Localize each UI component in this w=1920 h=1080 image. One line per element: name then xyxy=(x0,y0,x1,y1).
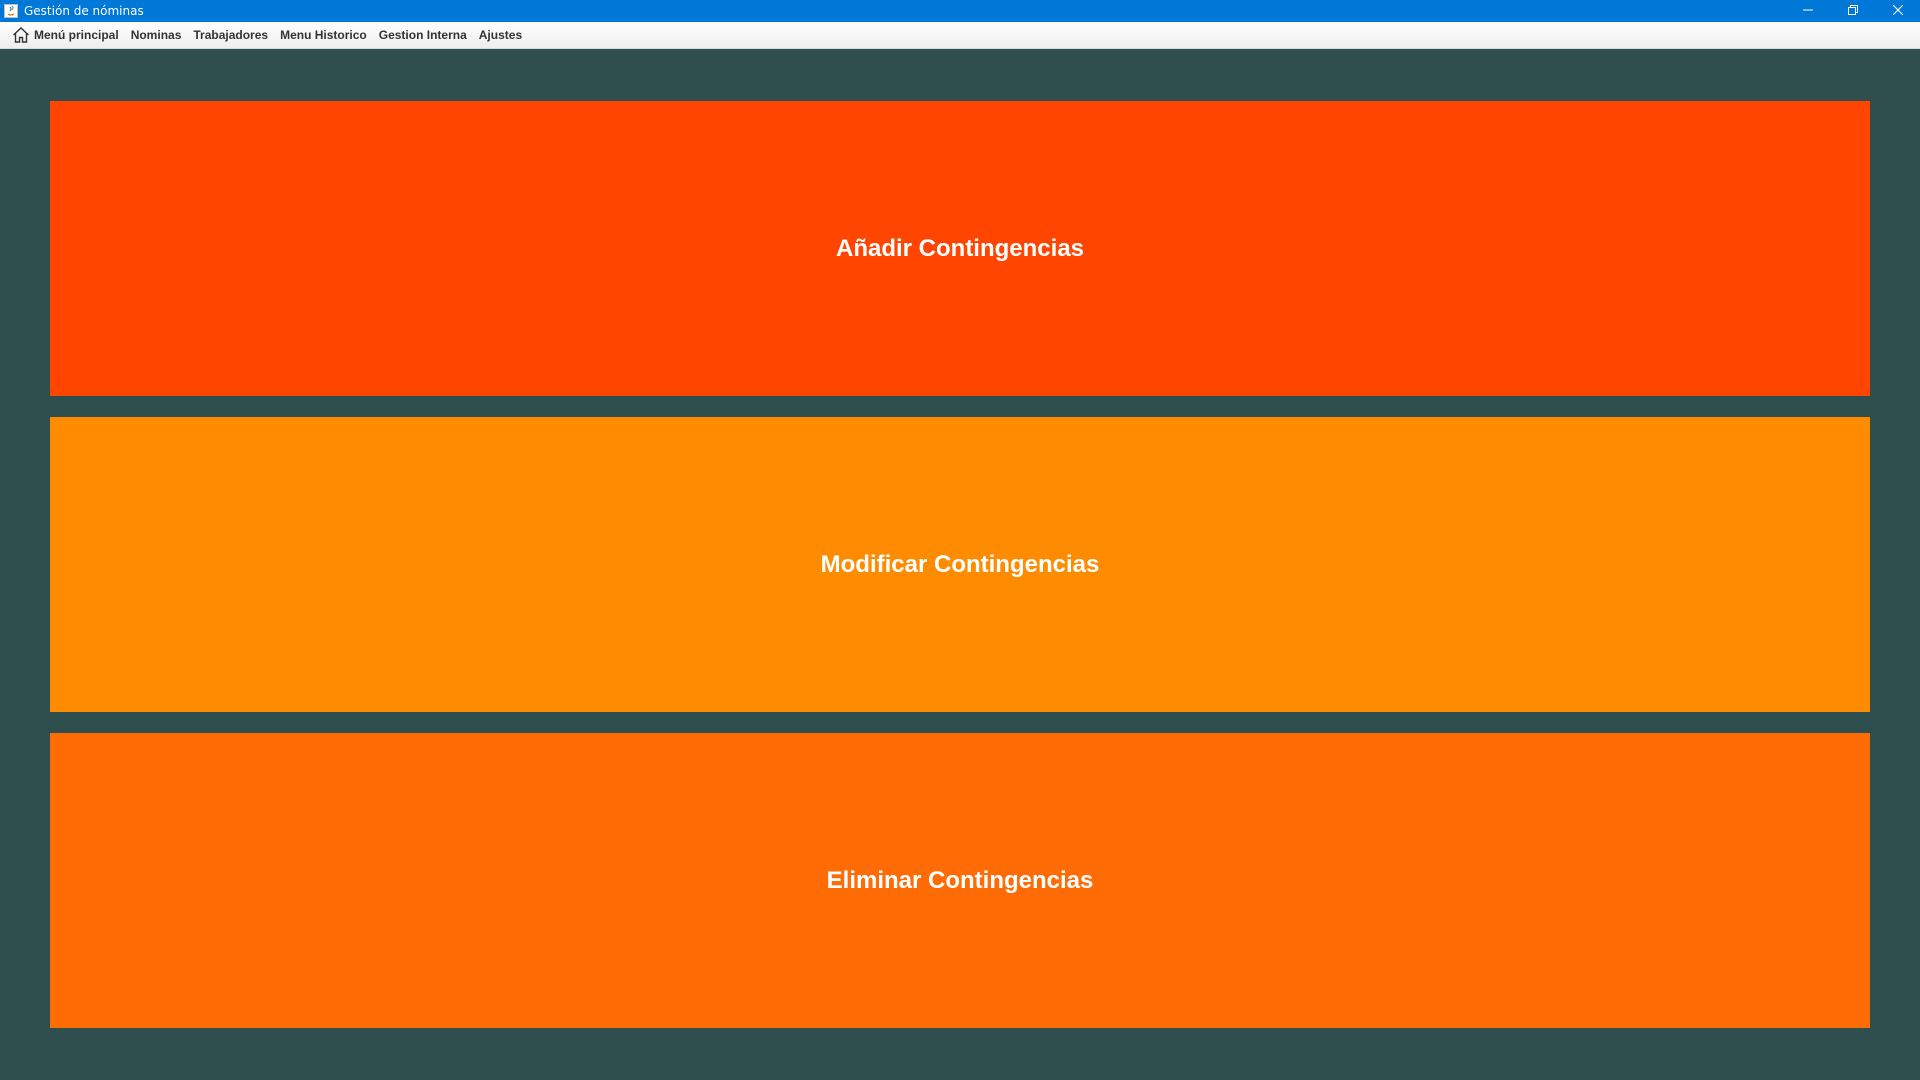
title-bar: Gestión de nóminas xyxy=(0,0,1920,22)
close-icon xyxy=(1892,2,1903,20)
restore-button[interactable] xyxy=(1830,0,1875,22)
menu-item-nominas-label: Nominas xyxy=(130,28,182,42)
delete-contingencies-button[interactable]: Eliminar Contingencias xyxy=(50,733,1870,1028)
menu-item-ajustes[interactable]: Ajustes xyxy=(473,22,528,49)
window-controls xyxy=(1785,0,1920,22)
menu-item-main[interactable]: Menú principal xyxy=(6,22,125,49)
java-app-icon xyxy=(4,4,18,18)
menu-item-trabajadores-label: Trabajadores xyxy=(193,28,269,42)
menu-item-historico[interactable]: Menu Historico xyxy=(274,22,373,49)
menu-bar: Menú principal Nominas Trabajadores Menu… xyxy=(0,22,1920,49)
window-title: Gestión de nóminas xyxy=(24,4,144,18)
menu-item-main-label: Menú principal xyxy=(34,28,119,42)
menu-item-nominas[interactable]: Nominas xyxy=(125,22,188,49)
restore-icon xyxy=(1847,2,1858,20)
delete-contingencies-label: Eliminar Contingencias xyxy=(826,866,1094,894)
add-contingencies-label: Añadir Contingencias xyxy=(835,234,1085,262)
minimize-button[interactable] xyxy=(1785,0,1830,22)
modify-contingencies-button[interactable]: Modificar Contingencias xyxy=(50,417,1870,712)
home-icon xyxy=(12,26,30,44)
menu-item-gestion-interna[interactable]: Gestion Interna xyxy=(373,22,473,49)
menu-item-gestion-interna-label: Gestion Interna xyxy=(378,28,467,42)
menu-item-trabajadores[interactable]: Trabajadores xyxy=(187,22,274,49)
menu-item-ajustes-label: Ajustes xyxy=(478,28,523,42)
minimize-icon xyxy=(1802,2,1813,20)
add-contingencies-button[interactable]: Añadir Contingencias xyxy=(50,101,1870,396)
modify-contingencies-label: Modificar Contingencias xyxy=(820,550,1100,578)
close-button[interactable] xyxy=(1875,0,1920,22)
menu-item-historico-label: Menu Historico xyxy=(280,28,367,42)
